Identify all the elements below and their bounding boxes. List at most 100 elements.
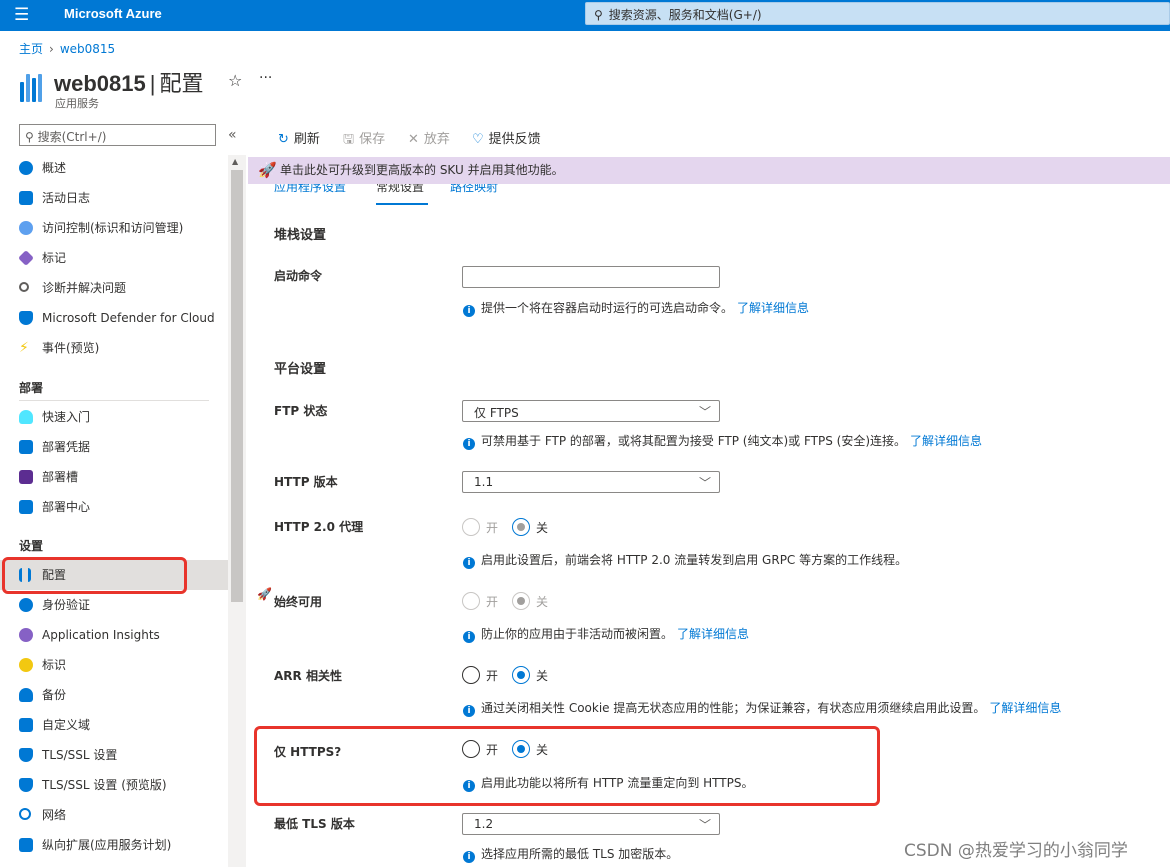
breadcrumb-home[interactable]: 主页: [19, 42, 43, 56]
sidebar-item-label: TLS/SSL 设置 (预览版): [42, 778, 167, 792]
sidebar-item-tls-ssl[interactable]: TLS/SSL 设置: [0, 740, 228, 770]
blade-name: 配置: [159, 71, 204, 96]
always-on-info: i 防止你的应用由于非活动而被闲置。 了解详细信息: [463, 625, 749, 643]
save-icon: 🖫: [343, 132, 355, 147]
sidebar-item-label: 配置: [42, 568, 67, 582]
learn-more-link[interactable]: 了解详细信息: [989, 701, 1061, 715]
sidebar-item-deploy-slots[interactable]: 部署槽: [0, 462, 228, 492]
scroll-up-arrow-icon[interactable]: ▲: [232, 157, 238, 166]
chevron-right-icon: ›: [49, 42, 54, 56]
sidebar-item-label: 备份: [42, 688, 67, 702]
refresh-button[interactable]: ↻ 刷新: [278, 128, 320, 147]
sidebar-divider: [19, 400, 209, 401]
slots-icon: [19, 470, 33, 484]
sidebar-item-defender[interactable]: Microsoft Defender for Cloud: [0, 303, 228, 333]
sidebar-item-deploy-credentials[interactable]: 部署凭据: [0, 432, 228, 462]
min-tls-label: 最低 TLS 版本: [274, 817, 355, 831]
refresh-label: 刷新: [293, 132, 320, 147]
tag-icon: [18, 250, 34, 266]
sidebar-item-label: 标记: [42, 251, 67, 265]
info-icon: i: [463, 438, 475, 450]
sidebar-item-scale-up[interactable]: 纵向扩展(应用服务计划): [0, 830, 228, 860]
sidebar-scrollbar[interactable]: ▲: [228, 155, 246, 867]
arr-affinity-label: ARR 相关性: [274, 669, 342, 683]
info-icon: i: [463, 305, 475, 317]
scrollbar-thumb[interactable]: [231, 170, 243, 602]
tab-app-settings[interactable]: 应用程序设置: [274, 184, 346, 195]
sidebar-item-app-insights[interactable]: Application Insights: [0, 620, 228, 650]
save-button[interactable]: 🖫 保存: [343, 128, 385, 152]
sidebar-item-tls-ssl-preview[interactable]: TLS/SSL 设置 (预览版): [0, 770, 228, 800]
tab-path-mappings[interactable]: 路径映射: [450, 184, 498, 195]
http2-proxy-on-radio[interactable]: [462, 518, 480, 536]
http2-proxy-label: HTTP 2.0 代理: [274, 520, 364, 534]
highlight-box-https-only: [254, 726, 880, 806]
info-icon: i: [463, 705, 475, 717]
always-on-off-radio[interactable]: [512, 592, 531, 610]
hamburger-menu-icon[interactable]: ☰: [14, 5, 29, 25]
startup-command-input[interactable]: [462, 266, 720, 288]
page-title: web0815 | 配置: [54, 66, 203, 98]
sidebar-item-authentication[interactable]: 身份验证: [0, 590, 228, 620]
sidebar-item-label: 诊断并解决问题: [42, 281, 127, 295]
sidebar-item-networking[interactable]: 网络: [0, 800, 228, 830]
ftp-state-info: i 可禁用基于 FTP 的部署，或将其配置为接受 FTP (纯文本)或 FTPS …: [463, 432, 982, 450]
rocket-icon: 🚀: [257, 587, 272, 601]
https-only-on-radio[interactable]: [462, 740, 480, 758]
wrench-icon: [19, 282, 29, 292]
http2-proxy-radio-group: 开关: [462, 518, 562, 536]
portal-brand[interactable]: Microsoft Azure: [64, 6, 162, 21]
always-on-off-label: 关: [536, 594, 549, 609]
https-only-off-radio[interactable]: [512, 740, 531, 758]
search-icon: ⚲: [25, 130, 38, 144]
arr-affinity-info: i 通过关闭相关性 Cookie 提高无状态应用的性能；为保证兼容，有状态应用须继…: [463, 699, 1061, 717]
feedback-button[interactable]: ♡ 提供反馈: [472, 128, 541, 147]
learn-more-link[interactable]: 了解详细信息: [910, 434, 982, 448]
learn-more-link[interactable]: 了解详细信息: [677, 627, 749, 641]
sidebar-item-diagnose[interactable]: 诊断并解决问题: [0, 273, 228, 303]
sidebar-item-configuration[interactable]: 配置: [0, 560, 228, 590]
breadcrumb-current[interactable]: web0815: [60, 42, 115, 56]
platform-settings-heading: 平台设置: [274, 362, 327, 377]
http2-proxy-off-radio[interactable]: [512, 518, 531, 536]
heart-icon: ♡: [472, 132, 484, 147]
min-tls-dropdown[interactable]: 1.2 ﹀: [462, 813, 720, 835]
sidebar-item-quickstart[interactable]: 快速入门: [0, 402, 228, 432]
favorite-star-icon[interactable]: ☆: [228, 71, 242, 90]
tab-general-settings[interactable]: 常规设置: [376, 184, 424, 195]
discard-label: 放弃: [423, 132, 450, 147]
sidebar-item-iam[interactable]: 访问控制(标识和访问管理): [0, 213, 228, 243]
sidebar-item-label: Microsoft Defender for Cloud: [42, 311, 215, 325]
https-only-info-text: 启用此功能以将所有 HTTP 流量重定向到 HTTPS。: [481, 776, 754, 790]
title-separator: |: [149, 71, 156, 96]
always-on-radio-group: 开关: [462, 592, 562, 610]
collapse-sidebar-icon[interactable]: «: [228, 127, 237, 143]
discard-button[interactable]: ✕ 放弃: [408, 128, 450, 147]
sidebar-item-label: 访问控制(标识和访问管理): [42, 221, 184, 235]
learn-more-link[interactable]: 了解详细信息: [737, 301, 809, 315]
sidebar-item-label: Application Insights: [42, 628, 160, 642]
sidebar-item-overview[interactable]: 概述: [0, 153, 228, 183]
sidebar-item-activity-log[interactable]: 活动日志: [0, 183, 228, 213]
lightning-icon: ⚡: [19, 340, 29, 356]
upgrade-banner[interactable]: 🚀 单击此处可升级到更高版本的 SKU 并启用其他功能。: [248, 157, 1170, 184]
sidebar-item-identity[interactable]: 标识: [0, 650, 228, 680]
arr-affinity-on-radio[interactable]: [462, 666, 480, 684]
always-on-on-radio[interactable]: [462, 592, 480, 610]
more-options-icon[interactable]: ···: [259, 70, 272, 86]
global-search-input[interactable]: ⚲ 搜索资源、服务和文档(G+/): [585, 2, 1170, 25]
sidebar-item-backups[interactable]: 备份: [0, 680, 228, 710]
sidebar-item-deploy-center[interactable]: 部署中心: [0, 492, 228, 522]
sidebar-item-label: 概述: [42, 161, 67, 175]
sidebar-item-custom-domains[interactable]: 自定义域: [0, 710, 228, 740]
sidebar-item-label: 事件(预览): [42, 341, 100, 355]
arr-affinity-on-label: 开: [486, 668, 499, 683]
globe-icon: [19, 161, 33, 175]
ftp-state-dropdown[interactable]: 仅 FTPS ﹀: [462, 400, 720, 422]
arr-affinity-off-radio[interactable]: [512, 666, 531, 684]
sidebar-item-events[interactable]: ⚡ 事件(预览): [0, 333, 228, 363]
sidebar-item-tags[interactable]: 标记: [0, 243, 228, 273]
http2-proxy-info: i 启用此设置后，前端会将 HTTP 2.0 流量转发到启用 GRPC 等方案的工…: [463, 551, 907, 569]
http-version-dropdown[interactable]: 1.1 ﹀: [462, 471, 720, 493]
sidebar-search-input[interactable]: ⚲ 搜索(Ctrl+/): [19, 124, 216, 146]
